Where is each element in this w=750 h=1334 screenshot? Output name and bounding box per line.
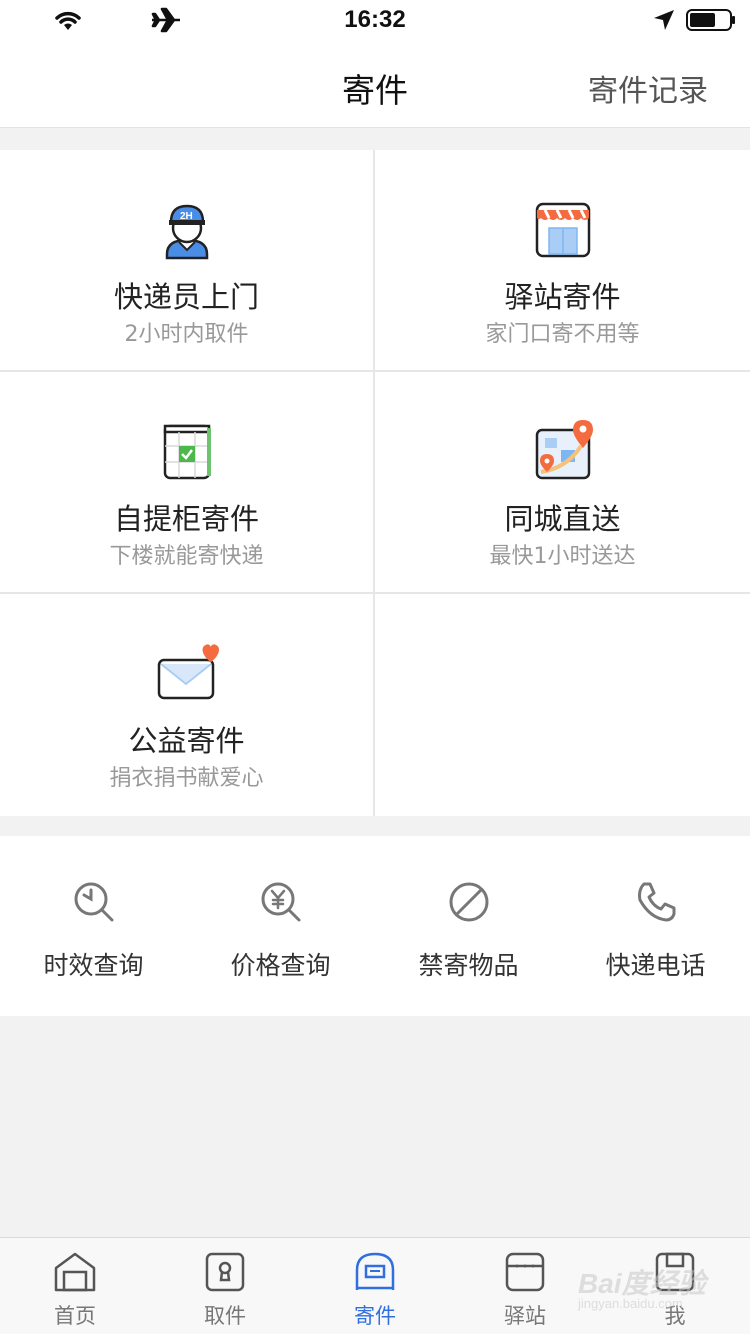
service-label: 快递员上门 <box>113 280 259 314</box>
tool-courier-phone[interactable]: 快递电话 <box>562 836 749 1016</box>
empty-cell <box>375 594 750 816</box>
service-station-send[interactable]: 驿站寄件 家门口寄不用等 <box>375 150 750 370</box>
service-courier-pickup[interactable]: 2H 快递员上门 2小时内取件 <box>0 150 373 370</box>
price-search-icon <box>261 882 300 922</box>
watermark-sub: jingyan.baidu.com <box>578 1296 683 1311</box>
service-same-city[interactable]: 同城直送 最快1小时送达 <box>375 372 750 592</box>
tab-label: 首页 <box>54 1304 96 1328</box>
tab-label: 取件 <box>204 1304 246 1328</box>
status-bar: 16:32 <box>0 0 750 40</box>
service-label: 公益寄件 <box>128 724 245 758</box>
courier-badge: 2H <box>180 211 193 222</box>
service-sub: 下楼就能寄快递 <box>109 544 264 569</box>
service-label: 同城直送 <box>504 502 621 536</box>
service-label: 驿站寄件 <box>504 280 621 314</box>
tab-label: 寄件 <box>354 1304 396 1328</box>
tools-row: 时效查询 价格查询 禁寄物品 快递电话 <box>0 836 750 1016</box>
location-arrow-icon <box>654 10 674 30</box>
service-sub: 2小时内取件 <box>124 322 249 347</box>
courier-icon: 2H <box>165 204 208 260</box>
map-pin-icon <box>535 420 593 480</box>
send-records-link[interactable]: 寄件记录 <box>588 66 708 110</box>
envelope-heart-icon <box>157 644 219 700</box>
tool-prohibited-items[interactable]: 禁寄物品 <box>375 836 562 1016</box>
tool-time-query[interactable]: 时效查询 <box>0 836 187 1016</box>
watermark: Bai度经验 jingyan.baidu.com <box>578 1262 718 1318</box>
tab-pickup[interactable]: 取件 <box>150 1238 300 1334</box>
status-time: 16:32 <box>344 6 406 33</box>
tab-home[interactable]: 首页 <box>0 1238 150 1334</box>
battery-icon <box>686 9 735 31</box>
service-label: 自提柜寄件 <box>113 502 259 536</box>
tool-label: 价格查询 <box>230 951 331 980</box>
tool-label: 快递电话 <box>605 951 706 980</box>
home-icon <box>54 1252 96 1292</box>
prohibited-icon <box>449 882 488 922</box>
tab-send[interactable]: 寄件 <box>300 1238 450 1334</box>
locker-icon <box>163 424 211 480</box>
store-icon <box>535 202 590 258</box>
service-grid: 2H 快递员上门 2小时内取件 驿站寄件 家门口寄不用等 自提柜寄件 下楼就能寄… <box>0 150 750 816</box>
service-charity-send[interactable]: 公益寄件 捐衣捐书献爱心 <box>0 594 373 816</box>
nav-bar: 寄件 寄件记录 <box>0 40 750 128</box>
phone-icon <box>637 882 675 922</box>
send-icon <box>355 1252 395 1290</box>
pickup-icon <box>205 1252 245 1292</box>
clock-search-icon <box>74 882 113 922</box>
service-sub: 最快1小时送达 <box>489 544 636 569</box>
tool-label: 禁寄物品 <box>418 951 519 980</box>
service-sub: 家门口寄不用等 <box>485 322 640 347</box>
service-locker-send[interactable]: 自提柜寄件 下楼就能寄快递 <box>0 372 373 592</box>
station-icon <box>505 1252 545 1292</box>
tool-price-query[interactable]: 价格查询 <box>187 836 374 1016</box>
service-sub: 捐衣捐书献爱心 <box>109 766 264 791</box>
tool-label: 时效查询 <box>43 951 144 980</box>
